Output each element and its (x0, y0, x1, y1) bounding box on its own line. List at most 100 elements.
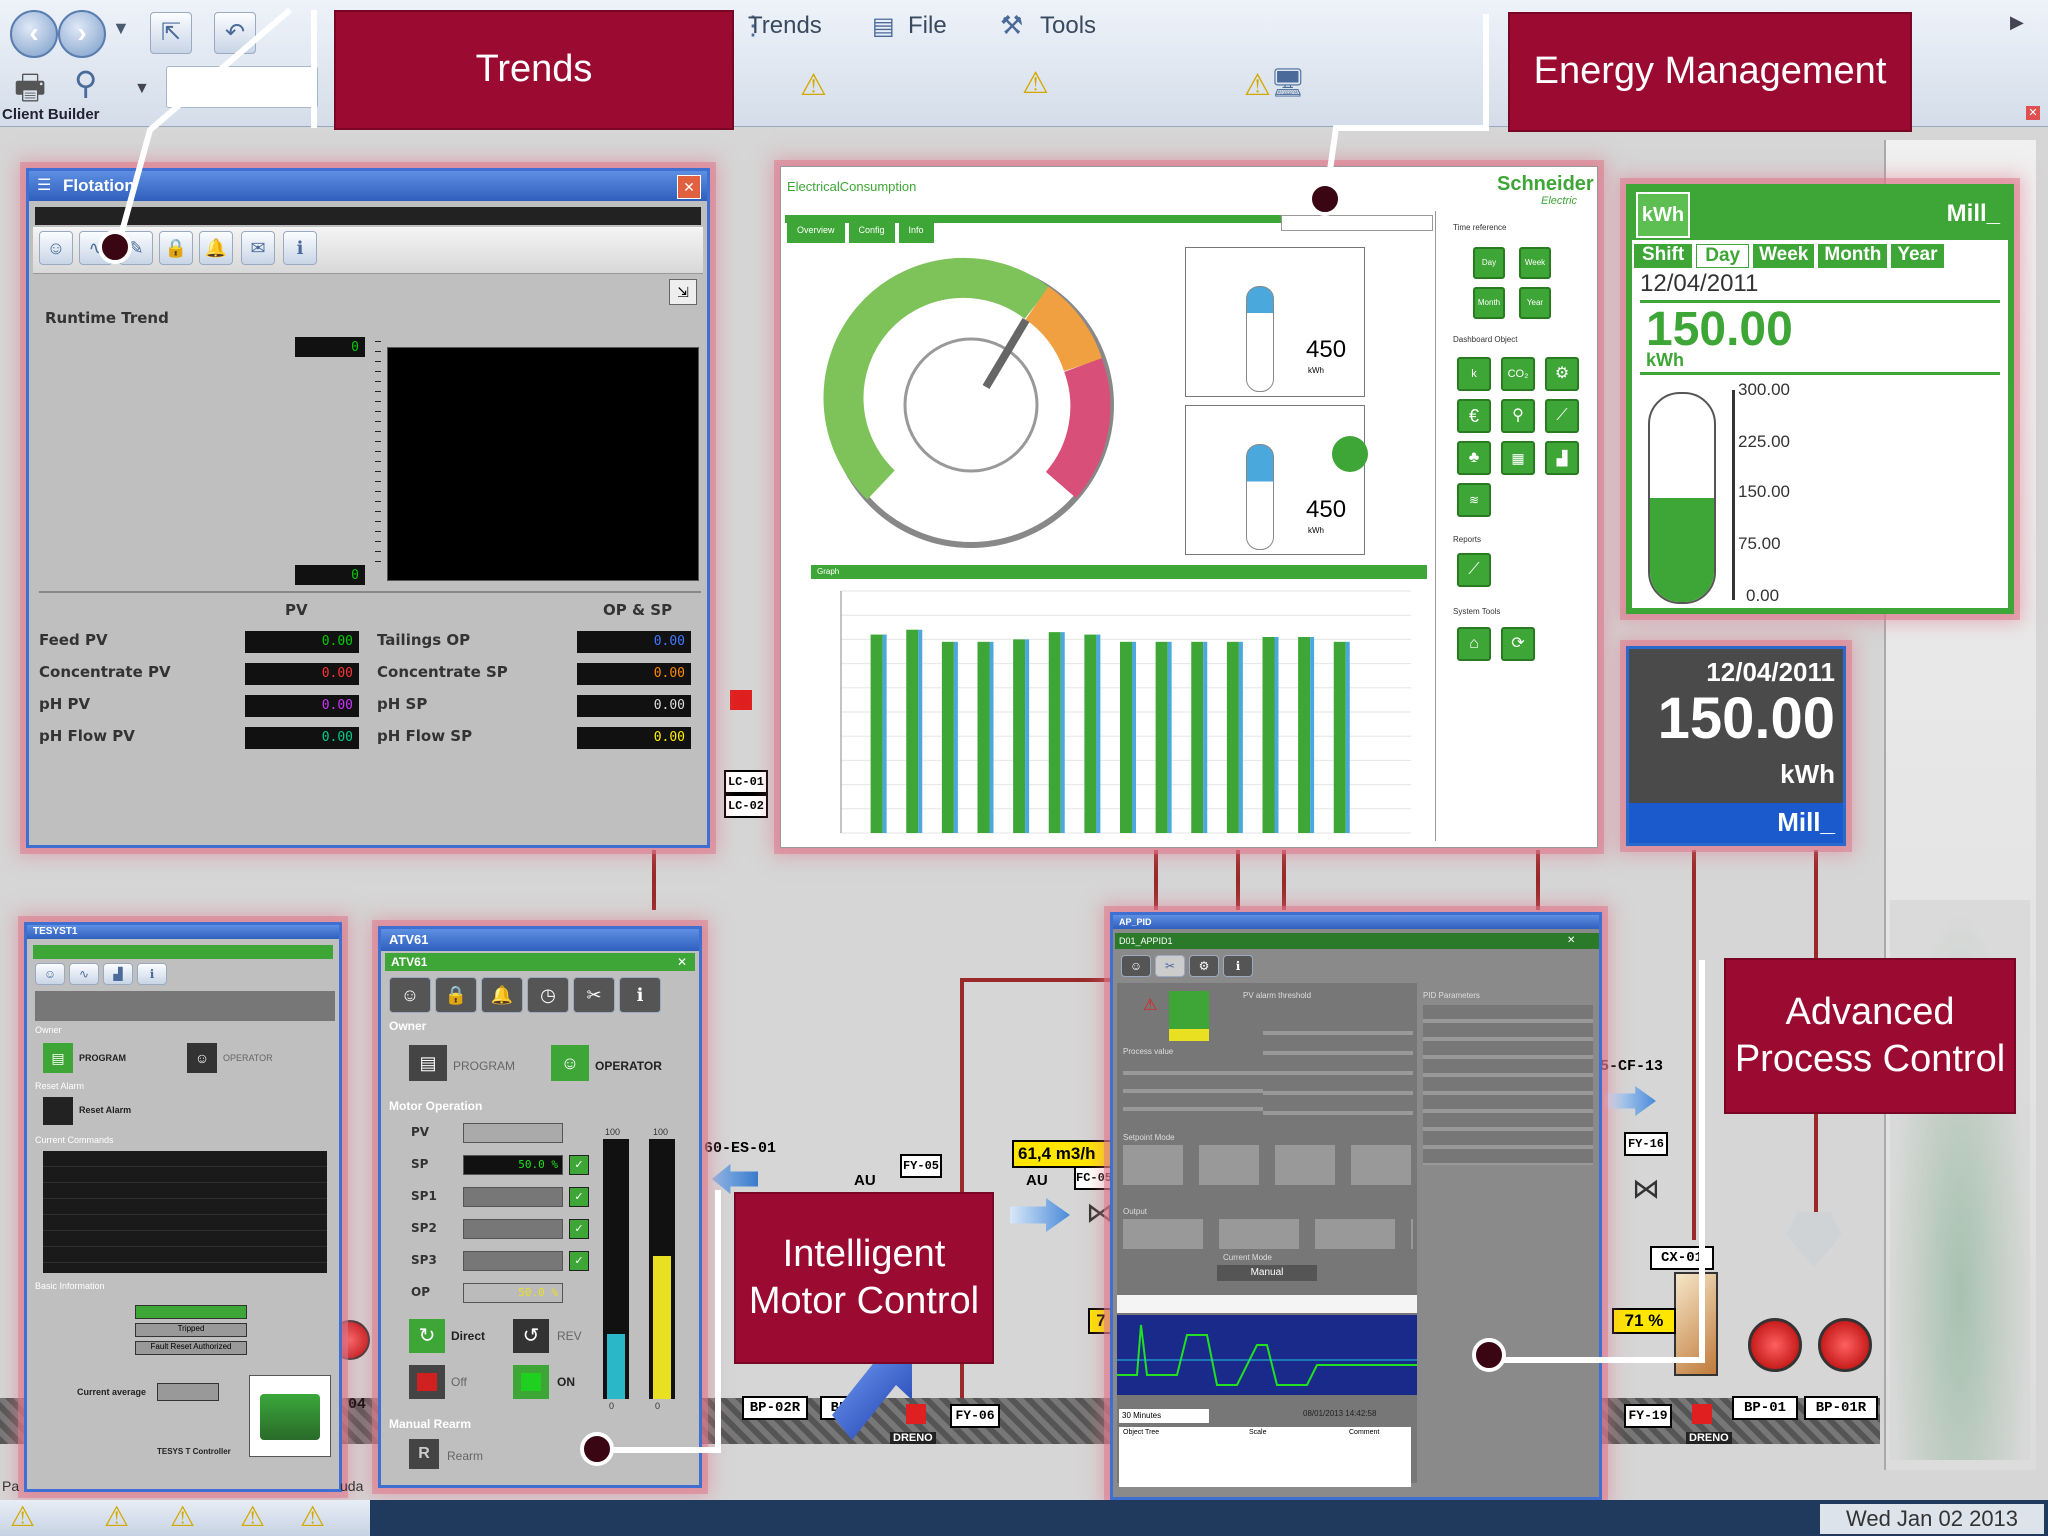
alarm-icon[interactable]: ⚠ (170, 1500, 195, 1533)
tag-fc-05[interactable]: FC-05 (1074, 1166, 1114, 1190)
tag-fy-16[interactable]: FY-16 (1624, 1132, 1668, 1156)
user-icon[interactable]: ☺ (39, 231, 73, 265)
trend-toolbar[interactable] (1117, 1295, 1417, 1313)
tag-cx-01[interactable]: CX-01 (1650, 1246, 1714, 1270)
user-icon[interactable]: ⚲ (74, 64, 97, 102)
building-icon[interactable]: ▦ (1501, 441, 1535, 475)
gear-icon[interactable]: ⚙ (1545, 357, 1579, 391)
menu-trends[interactable]: Trends (748, 12, 822, 40)
trend-legend-table[interactable]: Object Tree Scale Comment (1119, 1427, 1411, 1487)
user-icon[interactable]: ☺ (35, 963, 65, 985)
info-icon[interactable]: ℹ (619, 977, 661, 1013)
on-button[interactable] (513, 1365, 549, 1399)
alarm-icon[interactable]: ⚠ (1022, 66, 1049, 101)
pid-params-grid[interactable] (1423, 1005, 1593, 1165)
tab-day[interactable]: Day (1696, 244, 1750, 268)
report-chart-icon[interactable]: ⟋ (1457, 553, 1491, 587)
operator-icon[interactable]: ☺ (551, 1045, 589, 1081)
motor-row-value[interactable] (463, 1219, 563, 1239)
alarm-icon[interactable]: ⚠ (1244, 68, 1271, 103)
confirm-icon[interactable]: ✓ (569, 1251, 589, 1271)
tag-bp-02r[interactable]: BP-02R (742, 1396, 808, 1420)
program-icon[interactable]: ▤ (43, 1043, 73, 1073)
slope-icon[interactable]: ⟋ (1545, 399, 1579, 433)
tab-config[interactable]: Config (848, 223, 895, 243)
valve-actuator[interactable] (1692, 1404, 1712, 1424)
scroll-right-icon[interactable]: ▶ (2010, 12, 2024, 33)
motor-row-value[interactable]: 50.0 % (463, 1155, 563, 1175)
chart-icon[interactable]: ▟ (103, 963, 133, 985)
time-week-button[interactable]: Week (1519, 247, 1551, 279)
menu-tools[interactable]: Tools (1040, 12, 1096, 40)
alarm-bell-icon[interactable]: 🔔 (199, 231, 233, 265)
export-icon[interactable]: ⇲ (669, 279, 697, 305)
tag-bp-01r[interactable]: BP-01R (1804, 1396, 1878, 1420)
pid-trend-chart[interactable] (1117, 1315, 1417, 1395)
close-icon[interactable]: ✕ (2026, 106, 2040, 120)
confirm-icon[interactable]: ✓ (569, 1187, 589, 1207)
address-field[interactable] (166, 66, 318, 108)
select-icon[interactable]: ⇱ (150, 12, 192, 54)
monitor-icon[interactable]: 🖥 (1270, 66, 1306, 99)
chevron-down-icon[interactable]: ▼ (134, 80, 150, 98)
selector-dropdown[interactable] (1281, 215, 1433, 231)
pump-icon[interactable] (1818, 1318, 1872, 1372)
trend-chart[interactable] (387, 347, 699, 581)
alarm-threshold-grid[interactable] (1263, 1015, 1413, 1115)
back-icon[interactable]: ‹ (10, 10, 58, 58)
close-icon[interactable]: ✕ (677, 955, 687, 969)
off-button[interactable] (409, 1365, 445, 1399)
undo-icon[interactable]: ↶ (214, 12, 256, 54)
tools-icon[interactable]: ✂ (573, 977, 615, 1013)
info-icon[interactable]: ℹ (137, 963, 167, 985)
kwh-icon[interactable]: k (1457, 357, 1491, 391)
tab-week[interactable]: Week (1753, 244, 1815, 268)
valve-icon[interactable]: ⋈ (1632, 1172, 1660, 1205)
reset-alarm-button[interactable]: Reset Alarm (79, 1105, 131, 1115)
alarm-icon[interactable]: ⚠ (800, 68, 827, 103)
home-icon[interactable]: ⌂ (1457, 627, 1491, 661)
output-grid[interactable] (1123, 1219, 1413, 1249)
gear-icon[interactable]: ⚙ (1189, 955, 1219, 977)
rearm-icon[interactable]: R (409, 1439, 439, 1469)
valve-actuator[interactable] (906, 1404, 926, 1424)
info-icon[interactable]: ℹ (1223, 955, 1253, 977)
user-icon[interactable]: ☺ (1121, 955, 1151, 977)
tab-shift[interactable]: Shift (1634, 244, 1693, 268)
chevron-down-icon[interactable]: ▼ (112, 18, 130, 39)
commands-list[interactable] (43, 1151, 327, 1273)
lock-icon[interactable]: 🔒 (159, 231, 193, 265)
euro-icon[interactable]: € (1457, 399, 1491, 433)
program-icon[interactable]: ▤ (409, 1045, 447, 1081)
tag-5-cf-13[interactable]: 5-CF-13 (1600, 1058, 1663, 1075)
tools-icon[interactable]: ✂ (1155, 955, 1185, 977)
tag-fy-06[interactable]: FY-06 (950, 1404, 1000, 1428)
setpoint-mode-grid[interactable] (1123, 1145, 1413, 1185)
time-window-dropdown[interactable]: 30 Minutes (1119, 1409, 1209, 1423)
message-icon[interactable]: ✉ (241, 231, 275, 265)
motor-row-value[interactable] (463, 1251, 563, 1271)
co2-icon[interactable]: CO₂ (1501, 357, 1535, 391)
tab-overview[interactable]: Overview (787, 223, 845, 243)
tag-60-es-01[interactable]: 60-ES-01 (704, 1140, 776, 1157)
tag-lc-02[interactable]: LC-02 (724, 794, 768, 818)
info-icon[interactable]: ℹ (283, 231, 317, 265)
confirm-icon[interactable]: ✓ (569, 1155, 589, 1175)
alarm-icon[interactable]: ⚠ (240, 1500, 265, 1533)
menu-file[interactable]: File (908, 12, 947, 40)
tap-icon[interactable]: ⚲ (1501, 399, 1535, 433)
user-icon[interactable]: ☺ (389, 977, 431, 1013)
confirm-icon[interactable]: ✓ (569, 1219, 589, 1239)
time-day-button[interactable]: Day (1473, 247, 1505, 279)
tree-icon[interactable]: ♣ (1457, 441, 1491, 475)
tab-info[interactable]: Info (898, 223, 934, 243)
tag-bp-01[interactable]: BP-01 (1732, 1396, 1798, 1420)
operator-icon[interactable]: ☺ (187, 1043, 217, 1073)
motor-row-value[interactable]: 50.0 % (463, 1283, 563, 1303)
chart-icon[interactable]: ▟ (1545, 441, 1579, 475)
refresh-icon[interactable]: ⟳ (1501, 627, 1535, 661)
trend-icon[interactable]: ∿ (69, 963, 99, 985)
tab-month[interactable]: Month (1818, 244, 1888, 268)
time-year-button[interactable]: Year (1519, 287, 1551, 319)
close-icon[interactable]: ✕ (677, 175, 701, 199)
